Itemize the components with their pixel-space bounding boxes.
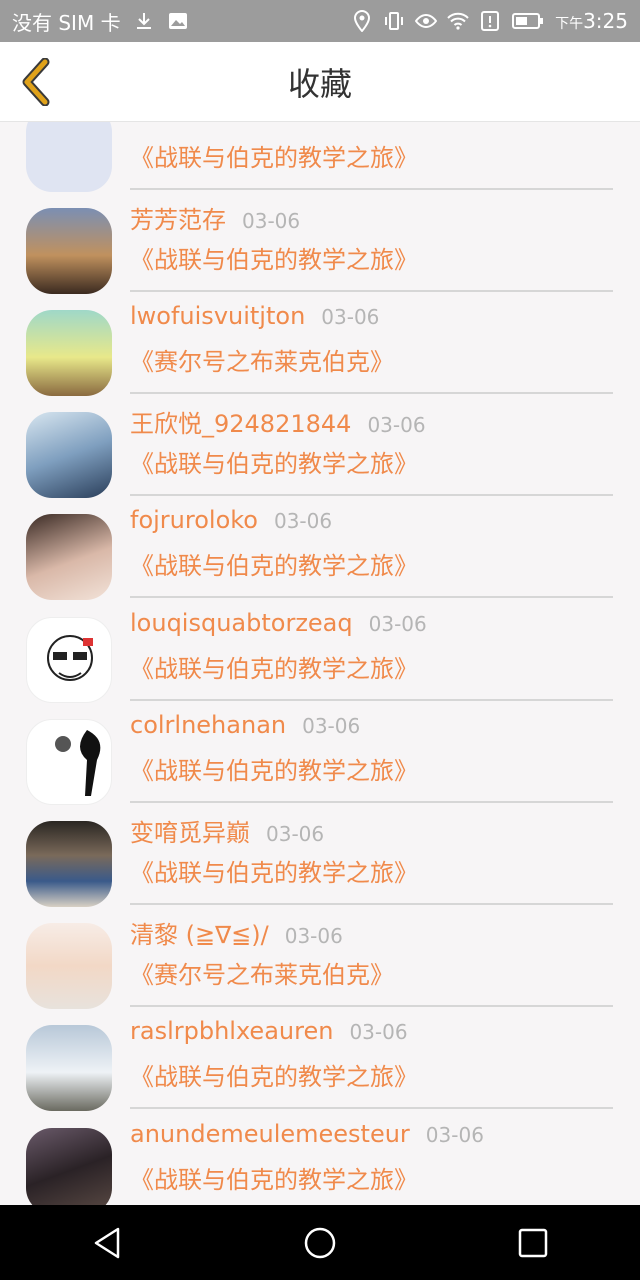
list-item[interactable]: lwofuisvuitjton 03-06 《赛尔号之布莱克伯克》 xyxy=(0,292,640,396)
date: 03-06 xyxy=(425,1123,484,1147)
avatar xyxy=(26,412,112,498)
user-name: 变唷觅异巅 xyxy=(130,819,250,847)
course-title: 《战联与伯克的教学之旅》 xyxy=(130,552,418,580)
user-name: raslrpbhlxeauren xyxy=(130,1017,334,1045)
date: 03-06 xyxy=(302,714,361,738)
clock: 下午3:25 xyxy=(555,9,628,33)
course-title: 《战联与伯克的教学之旅》 xyxy=(130,450,418,478)
download-icon xyxy=(133,10,155,32)
list-item[interactable]: colrlnehanan 03-06 《战联与伯克的教学之旅》 xyxy=(0,701,640,805)
battery-icon xyxy=(511,10,545,32)
user-name: 清黎 (≧∇≦)/ xyxy=(130,921,269,949)
user-name: fojruroloko xyxy=(130,506,258,534)
course-title: 《战联与伯克的教学之旅》 xyxy=(130,859,418,887)
system-nav-bar xyxy=(0,1205,640,1280)
avatar xyxy=(26,1128,112,1205)
course-title: 《战联与伯克的教学之旅》 xyxy=(130,1063,418,1091)
list-item[interactable]: fojruroloko 03-06 《战联与伯克的教学之旅》 xyxy=(0,496,640,600)
nav-home-button[interactable] xyxy=(290,1213,350,1273)
user-name: anundemeulemeesteur xyxy=(130,1120,410,1148)
location-icon xyxy=(351,10,373,32)
divider xyxy=(130,596,613,598)
avatar xyxy=(26,514,112,600)
circle-home-icon xyxy=(304,1227,336,1258)
avatar xyxy=(26,1025,112,1111)
date: 03-06 xyxy=(321,305,380,329)
page-title: 收藏 xyxy=(287,64,352,103)
user-name: 王欣悦_924821844 xyxy=(130,410,352,438)
carrier-text: 没有 SIM 卡 xyxy=(12,10,121,35)
user-name: 芳芳范存 xyxy=(130,206,226,234)
course-title: 《赛尔号之布莱克伯克》 xyxy=(130,348,394,376)
avatar xyxy=(26,310,112,396)
course-title: 《战联与伯克的教学之旅》 xyxy=(130,757,418,785)
course-title: 《战联与伯克的教学之旅》 xyxy=(130,144,418,172)
eye-icon xyxy=(415,10,438,32)
user-name: lwofuisvuitjton xyxy=(130,302,306,330)
date: 03-06 xyxy=(349,1020,408,1044)
date: 03-06 xyxy=(367,413,426,437)
course-title: 《战联与伯克的教学之旅》 xyxy=(130,655,418,683)
favorites-list: 《战联与伯克的教学之旅》 芳芳范存 03-06 《战联与伯克的教学之旅》 lwo… xyxy=(0,122,640,1205)
divider xyxy=(130,1107,613,1109)
date: 03-06 xyxy=(368,612,427,636)
status-bar: 没有 SIM 卡 下午3:25 xyxy=(0,0,640,42)
avatar xyxy=(26,923,112,1009)
avatar xyxy=(26,821,112,907)
top-bar: 收藏 xyxy=(0,42,640,122)
square-recents-icon xyxy=(519,1228,548,1257)
list-item[interactable]: 清黎 (≧∇≦)/ 03-06 《赛尔号之布莱克伯克》 xyxy=(0,905,640,1009)
date: 03-06 xyxy=(242,209,301,233)
avatar xyxy=(26,719,112,805)
list-item[interactable]: 《战联与伯克的教学之旅》 xyxy=(0,122,640,192)
back-button[interactable] xyxy=(14,56,58,108)
avatar xyxy=(26,122,112,192)
user-name: colrlnehanan xyxy=(130,711,287,739)
chevron-left-icon xyxy=(22,58,50,106)
triangle-back-icon xyxy=(94,1227,119,1258)
list-item[interactable]: louqisquabtorzeaq 03-06 《战联与伯克的教学之旅》 xyxy=(0,599,640,703)
course-title: 《赛尔号之布莱克伯克》 xyxy=(130,961,394,989)
date: 03-06 xyxy=(273,509,333,533)
list-item[interactable]: 王欣悦_924821844 03-06 《战联与伯克的教学之旅》 xyxy=(0,394,640,498)
user-name: louqisquabtorzeaq xyxy=(130,609,353,637)
list-item[interactable]: 芳芳范存 03-06 《战联与伯克的教学之旅》 xyxy=(0,190,640,294)
list-item[interactable]: anundemeulemeesteur 03-06 《战联与伯克的教学之旅》 xyxy=(0,1110,640,1205)
date: 03-06 xyxy=(284,924,343,948)
course-title: 《战联与伯克的教学之旅》 xyxy=(130,246,418,274)
wifi-icon xyxy=(447,10,469,32)
list-item[interactable]: raslrpbhlxeauren 03-06 《战联与伯克的教学之旅》 xyxy=(0,1007,640,1111)
nav-recents-button[interactable] xyxy=(503,1213,563,1273)
date: 03-06 xyxy=(266,822,325,846)
vibrate-icon xyxy=(383,10,405,32)
image-icon xyxy=(167,10,189,32)
course-title: 《战联与伯克的教学之旅》 xyxy=(130,1166,418,1194)
avatar xyxy=(26,208,112,294)
avatar xyxy=(26,617,112,703)
nav-back-button[interactable] xyxy=(77,1213,137,1273)
list-item[interactable]: 变唷觅异巅 03-06 《战联与伯克的教学之旅》 xyxy=(0,803,640,907)
alert-icon xyxy=(479,10,501,32)
